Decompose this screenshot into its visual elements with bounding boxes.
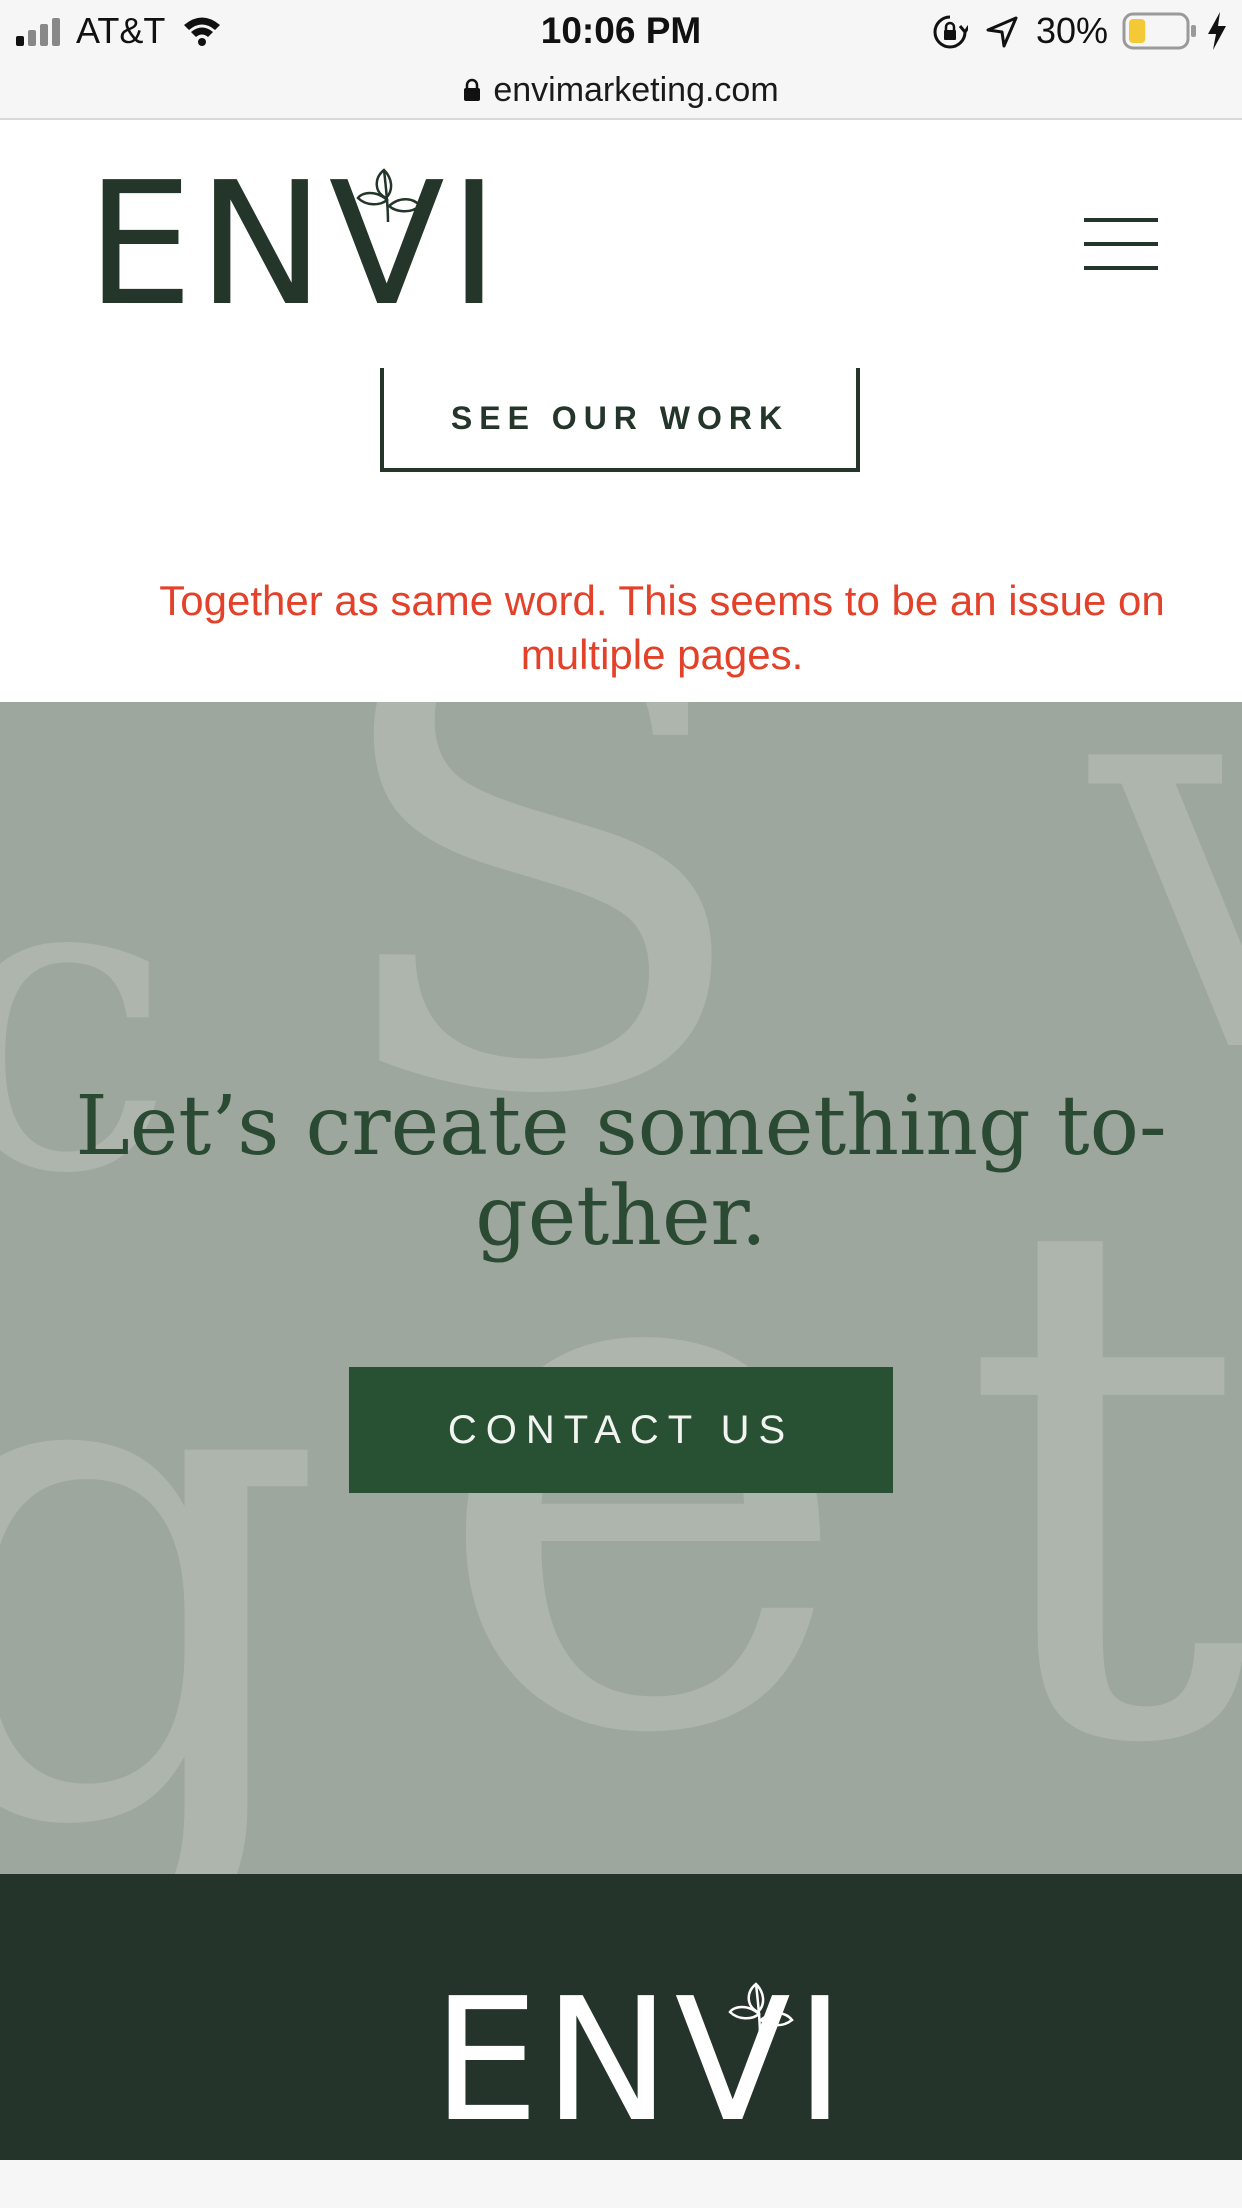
see-our-work-button[interactable]: SEE OUR WORK <box>380 368 860 472</box>
rotation-lock-icon <box>933 15 968 49</box>
browser-url-bar[interactable]: envimarketing.com <box>0 62 1242 120</box>
charging-bolt-icon <box>1208 12 1226 50</box>
site-header: ENVI SEE OUR WORK Together as same word.… <box>0 120 1242 702</box>
contact-us-button[interactable]: CONTACT US <box>349 1367 893 1493</box>
cta-heading-line-1: Let’s create something to- <box>75 1079 1167 1174</box>
leaf-icon <box>356 168 422 223</box>
url-text[interactable]: envimarketing.com <box>493 71 778 109</box>
hamburger-menu-icon[interactable] <box>1084 218 1158 270</box>
cta-heading-line-2: gether. <box>475 1169 767 1264</box>
background-letter: g <box>0 1164 329 1875</box>
leaf-icon <box>728 1982 794 2037</box>
logo-text: ENVI <box>86 146 504 344</box>
lock-icon <box>464 78 481 101</box>
status-bar: AT&T 10:06 PM 30% <box>0 0 1242 62</box>
see-our-work-label: SEE OUR WORK <box>450 400 790 436</box>
site-footer: ENVI <box>0 1874 1242 2160</box>
cta-heading: Let’s create something to- gether. <box>60 1082 1182 1262</box>
envi-logo[interactable]: ENVI <box>86 160 499 330</box>
cta-section: c S v g e t Let’s create something to- g… <box>0 702 1242 1874</box>
battery-percent: 30% <box>1036 10 1109 51</box>
contact-us-label: CONTACT US <box>447 1408 795 1452</box>
footer-envi-logo[interactable]: ENVI <box>432 1976 845 2146</box>
browser-bottom-strip <box>0 2160 1242 2208</box>
location-arrow-icon <box>986 16 1018 48</box>
battery-icon <box>1122 12 1196 50</box>
annotation-note: Together as same word. This seems to be … <box>159 577 1165 678</box>
